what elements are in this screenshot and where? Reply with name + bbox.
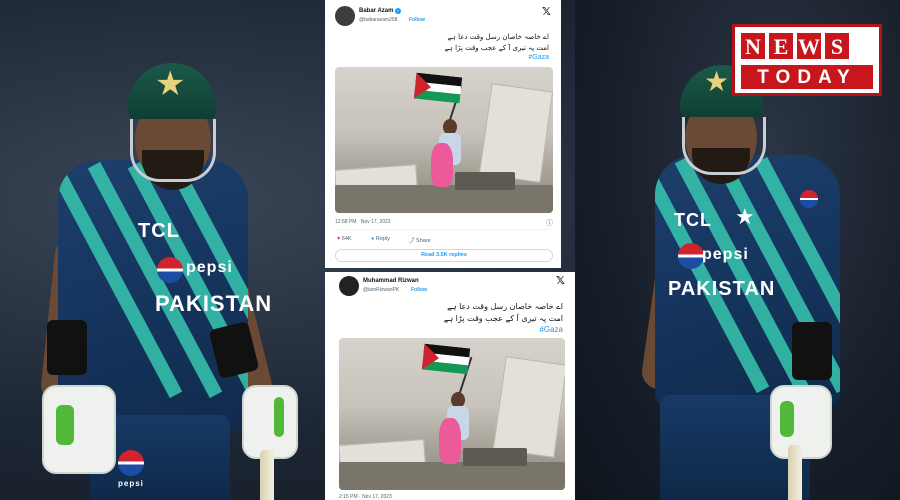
news-logo-today: TODAY (741, 65, 873, 89)
x-logo-icon[interactable]: 𝕏 (556, 274, 565, 287)
like-button[interactable]: ♥ 64K (337, 236, 352, 242)
reply-label: Reply (375, 236, 390, 242)
news-letter-n: N (741, 33, 765, 59)
like-count: 64K (341, 236, 352, 242)
tweet-author-handle[interactable]: @babarazam258 (359, 17, 397, 23)
left-player-helmet-star-icon: ★ (155, 65, 186, 103)
left-player-left-wristband (47, 320, 87, 375)
right-player-pepsi-logo-icon (678, 243, 704, 269)
info-icon[interactable]: ⓘ (546, 218, 553, 228)
share-button[interactable]: ⤴ Share (409, 236, 431, 244)
tweet-timestamp[interactable]: 12:58 PM · Nov 17, 2023 (335, 219, 391, 225)
tweet-timestamp[interactable]: 2:15 PM · Nov 17, 2023 (339, 494, 392, 500)
share-icon: ⤴ (409, 238, 415, 244)
tweet-hashtag[interactable]: #Gaza (528, 54, 549, 61)
news-today-logo: N E W S TODAY (732, 24, 882, 96)
left-player-right-glove (242, 385, 298, 459)
reply-button[interactable]: ● Reply (371, 236, 390, 242)
pink-doll (439, 418, 461, 464)
left-player-left-glove (42, 385, 116, 474)
news-letter-e: E (769, 33, 793, 59)
tweet-hashtag[interactable]: #Gaza (539, 325, 563, 334)
tweet-photo[interactable] (335, 67, 553, 213)
left-player-sponsor-pepsi: pepsi (186, 259, 233, 276)
tweet-photo[interactable] (339, 338, 565, 490)
tweet-avatar (339, 276, 359, 296)
right-player-sponsor-pepsi: pepsi (702, 246, 749, 263)
left-player-sponsor-tcl: TCL (138, 220, 180, 242)
tweet-card-babar: Babar Azam ✓ @babarazam258 Follow 𝕏 اے خ… (325, 0, 561, 268)
right-player: ★ TCL ★ pepsi PAKISTAN (639, 60, 900, 500)
right-player-sleeve-pepsi-icon (800, 190, 818, 208)
tweet-text-line-2: امت پہ تیری آ کے عجب وقت پڑا ہے (444, 44, 549, 52)
palestine-flag (421, 343, 471, 375)
left-player: ★ TCL pepsi PAKISTAN pepsi (20, 55, 320, 500)
tweet-author-handle[interactable]: @iamRizwanPK (363, 287, 399, 293)
tweet-avatar (335, 6, 355, 26)
right-player-helmet-grille (682, 117, 766, 175)
verified-badge-icon: ✓ (395, 8, 401, 14)
x-logo-icon[interactable]: 𝕏 (542, 5, 551, 18)
tweet-text-line-2: امت پہ تیری آ کے عجب وقت پڑا ہے (443, 314, 563, 323)
pink-doll (431, 143, 453, 187)
palestine-flag (413, 72, 463, 104)
right-player-right-wristband (792, 322, 832, 380)
read-replies-button[interactable]: Read 3.5K replies (335, 249, 553, 262)
left-player-trouser-sponsor: pepsi (118, 479, 144, 488)
tweet-author-name[interactable]: Muhammad Rizwan (363, 278, 419, 284)
tweet-author-name[interactable]: Babar Azam (359, 8, 393, 14)
news-letter-s: S (825, 33, 849, 59)
left-player-bat (260, 450, 274, 500)
tweet-card-rizwan: Muhammad Rizwan @iamRizwanPK Follow 𝕏 اے… (325, 272, 575, 500)
right-player-sponsor-tcl: TCL (674, 210, 712, 230)
left-player-pepsi-logo-icon (157, 257, 183, 283)
tweet-follow-button[interactable]: Follow (409, 17, 425, 23)
left-player-helmet-grille (130, 119, 216, 182)
tweet-follow-button[interactable]: Follow (411, 287, 427, 293)
share-label: Share (416, 238, 431, 244)
right-player-chest-star-icon: ★ (735, 204, 755, 229)
tweet-text-line-1: اے خاصہ خاصان رسل وقت دعا ہے (447, 33, 549, 41)
reply-icon: ● (371, 236, 375, 242)
left-player-trouser-pepsi-icon (118, 450, 144, 476)
heart-icon: ♥ (337, 236, 341, 242)
left-player-country-text: PAKISTAN (155, 291, 273, 316)
right-player-country-text: PAKISTAN (668, 278, 776, 300)
news-letter-w: W (797, 33, 821, 59)
news-logo-top: N E W S (741, 33, 849, 59)
right-player-helmet-star-icon: ★ (704, 66, 730, 97)
right-player-bat (788, 445, 802, 500)
background: ★ TCL pepsi PAKISTAN pepsi ★ TCL ★ pepsi… (0, 0, 900, 500)
tweet-text-line-1: اے خاصہ خاصان رسل وقت دعا ہے (447, 302, 563, 311)
